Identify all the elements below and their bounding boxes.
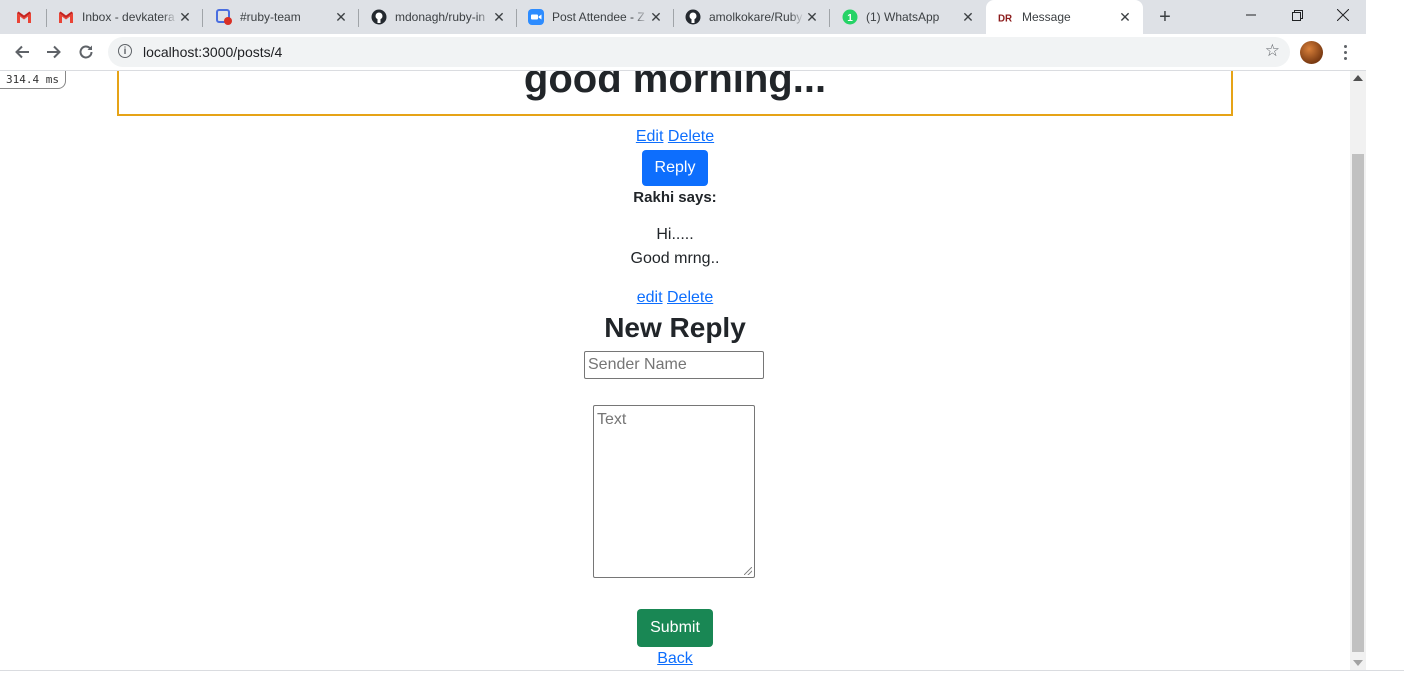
reply-actions: edit Delete (0, 289, 1350, 307)
reply-button-row: Reply (0, 150, 1350, 186)
forward-arrow-icon[interactable] (40, 38, 68, 66)
text-placeholder: Text (597, 411, 627, 428)
close-icon[interactable]: ✕ (491, 9, 507, 25)
gmail-icon (58, 9, 74, 25)
edit-reply-link[interactable]: edit (637, 289, 663, 306)
dr-icon: DR (998, 9, 1014, 25)
edit-post-link[interactable]: Edit (636, 128, 664, 145)
back-row: Back (0, 650, 1350, 668)
tab-title: amolkokare/Ruby (709, 10, 803, 24)
close-icon[interactable]: ✕ (333, 9, 349, 25)
info-icon[interactable]: i (118, 44, 132, 58)
delete-post-link[interactable]: Delete (668, 128, 714, 145)
address-bar[interactable]: i localhost:3000/posts/4 ☆ (108, 37, 1290, 67)
gmail-icon (16, 9, 32, 25)
tab-strip: Inbox - devkatera ✕ #ruby-team ✕ mdonagh… (0, 0, 1366, 34)
svg-text:DR: DR (998, 13, 1012, 23)
new-tab-button[interactable]: + (1153, 5, 1177, 29)
restore-button[interactable] (1274, 0, 1320, 30)
post-actions: Edit Delete (0, 128, 1350, 146)
tab-title: mdonagh/ruby-in (395, 10, 486, 24)
menu-kebab-icon[interactable] (1335, 40, 1355, 64)
tab-title: (1) WhatsApp (866, 10, 940, 24)
tab-message[interactable]: DR Message ✕ (986, 0, 1143, 34)
message-title: good morning... (523, 71, 827, 101)
close-icon[interactable]: ✕ (960, 9, 976, 25)
whatsapp-icon: 1 (842, 9, 858, 25)
tab-gmail-pinned[interactable] (0, 0, 47, 34)
tab-amolkokare[interactable]: amolkokare/Ruby ✕ (674, 0, 830, 34)
vertical-scrollbar[interactable] (1350, 71, 1366, 670)
browser-chrome: Inbox - devkatera ✕ #ruby-team ✕ mdonagh… (0, 0, 1366, 71)
tab-title: Message (1022, 10, 1071, 24)
reply-text-area[interactable]: Text (593, 405, 755, 578)
tab-title: #ruby-team (240, 10, 301, 24)
profile-avatar[interactable] (1300, 41, 1323, 64)
reload-icon[interactable] (72, 38, 100, 66)
chat-icon (216, 9, 232, 25)
page-viewport: 314.4 ms good morning... Edit Delete Rep… (0, 71, 1350, 670)
tab-ruby-team[interactable]: #ruby-team ✕ (203, 0, 359, 34)
scroll-down-arrow-icon[interactable] (1353, 660, 1363, 666)
tab-post-attendee[interactable]: Post Attendee - Z ✕ (517, 0, 674, 34)
scroll-up-arrow-icon[interactable] (1353, 75, 1363, 81)
message-box: good morning... (117, 71, 1233, 116)
browser-toolbar: i localhost:3000/posts/4 ☆ (0, 34, 1366, 71)
url-text: localhost:3000/posts/4 (143, 44, 283, 60)
profiler-badge[interactable]: 314.4 ms (0, 71, 66, 89)
back-arrow-icon[interactable] (8, 38, 36, 66)
reply-sender: Rakhi says: (633, 189, 717, 206)
reply-line-2: Good mrng.. (630, 250, 720, 267)
new-reply-heading: New Reply (604, 312, 746, 343)
reply-button[interactable]: Reply (641, 150, 709, 186)
scrollbar-thumb[interactable] (1352, 154, 1364, 652)
sender-name-input[interactable] (584, 351, 764, 379)
svg-text:1: 1 (847, 13, 853, 24)
github-icon (371, 9, 387, 25)
resize-handle[interactable] (744, 567, 752, 575)
tab-whatsapp[interactable]: 1 (1) WhatsApp ✕ (830, 0, 986, 34)
bookmark-star-icon[interactable]: ☆ (1265, 41, 1280, 61)
tab-mdonagh[interactable]: mdonagh/ruby-in ✕ (359, 0, 517, 34)
close-icon[interactable]: ✕ (177, 9, 193, 25)
close-icon[interactable]: ✕ (1117, 9, 1133, 25)
github-icon (685, 9, 701, 25)
delete-reply-link[interactable]: Delete (667, 289, 713, 306)
submit-row: Submit (0, 609, 1350, 647)
tab-inbox[interactable]: Inbox - devkatera ✕ (47, 0, 203, 34)
zoom-icon (528, 9, 544, 25)
close-icon[interactable]: ✕ (804, 9, 820, 25)
bottom-strip (0, 670, 1404, 685)
close-window-button[interactable] (1320, 0, 1366, 30)
submit-button[interactable]: Submit (637, 609, 713, 647)
tab-title: Post Attendee - Z (552, 10, 645, 24)
minimize-button[interactable] (1228, 0, 1274, 30)
tab-title: Inbox - devkatera (82, 10, 175, 24)
close-icon[interactable]: ✕ (648, 9, 664, 25)
reply-line-1: Hi..... (656, 226, 694, 243)
back-link[interactable]: Back (657, 650, 693, 667)
